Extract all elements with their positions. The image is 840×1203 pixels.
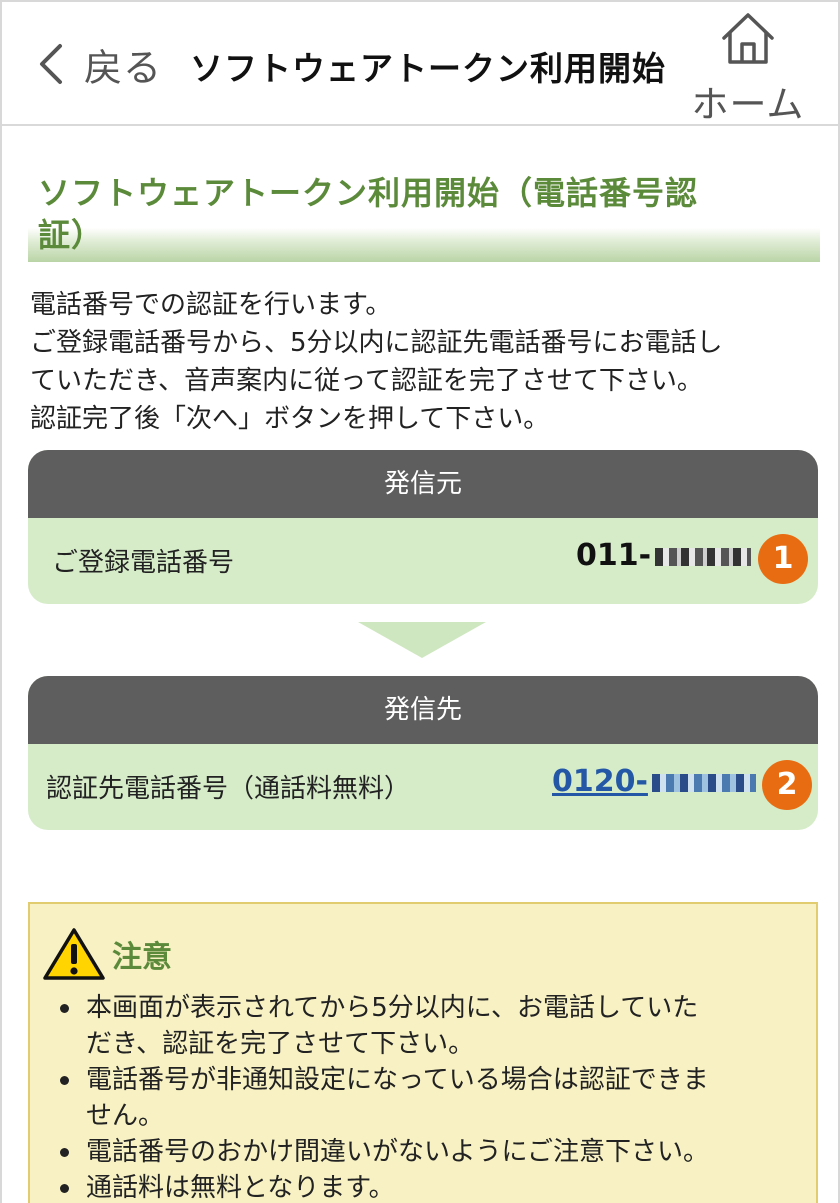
back-button[interactable]: 戻る [36, 34, 162, 94]
caller-phone-number: 011- [576, 538, 752, 573]
description-line: ていただき、音声案内に従って認証を完了させて下さい。 [30, 366, 703, 396]
number-badge-1: 1 [758, 534, 808, 584]
home-button[interactable]: ホーム [684, 10, 812, 128]
description-line: ご登録電話番号から、5分以内に認証先電話番号にお電話し [30, 328, 723, 358]
section-heading-line1: ソフトウェアトークン利用開始（電話番号認 [38, 174, 699, 212]
back-label: 戻る [84, 45, 163, 90]
notice-item-line: 電話番号が非通知設定になっている場合は認証できま [86, 1065, 709, 1095]
chevron-left-icon [40, 44, 62, 84]
masked-digits [651, 773, 756, 792]
page-title: ソフトウェアトークン利用開始 [190, 49, 666, 88]
notice-item: 電話番号のおかけ間違いがないようにご注意下さい。 [58, 1134, 812, 1170]
notice-list: 本画面が表示されてから5分以内に、お電話していた だき、認証を完了させて下さい。 … [58, 990, 812, 1203]
app-frame: 戻る ソフトウェアトークン利用開始 ホーム ソフトウェアトークン利用開始（電話番… [0, 0, 840, 1203]
description-line: 電話番号での認証を行います。 [30, 290, 392, 320]
caller-card-body: ご登録電話番号 011- 1 [28, 518, 818, 604]
caller-card: 発信元 ご登録電話番号 011- 1 [28, 450, 818, 604]
notice-item: 通話料は無料となります。 [58, 1170, 812, 1203]
notice-item-line: 本画面が表示されてから5分以内に、お電話していた [86, 993, 699, 1023]
description-text: 電話番号での認証を行います。 ご登録電話番号から、5分以内に認証先電話番号にお電… [30, 286, 820, 438]
notice-box: 注意 本画面が表示されてから5分以内に、お電話していた だき、認証を完了させて下さ… [28, 902, 818, 1203]
callee-phone-link[interactable]: 0120- [552, 764, 756, 799]
home-label: ホーム [691, 83, 805, 126]
masked-digits [655, 547, 752, 566]
caller-number-prefix: 011- [576, 538, 652, 573]
description-line: 認証完了後「次へ」ボタンを押して下さい。 [30, 404, 550, 434]
section-heading: ソフトウェアトークン利用開始（電話番号認 証） [28, 172, 820, 262]
header-bar: 戻る ソフトウェアトークン利用開始 ホーム [2, 2, 838, 126]
notice-item-line: せん。 [86, 1101, 165, 1131]
callee-card-body: 認証先電話番号（通話料無料） 0120- 2 [28, 744, 818, 830]
callee-label: 認証先電話番号（通話料無料） [46, 774, 411, 804]
notice-item: 本画面が表示されてから5分以内に、お電話していた だき、認証を完了させて下さい。 [58, 990, 812, 1062]
notice-item-line: だき、認証を完了させて下さい。 [86, 1029, 475, 1059]
callee-number-prefix: 0120- [552, 764, 648, 799]
notice-item-line: 通話料は無料となります。 [86, 1173, 395, 1203]
callee-card-header: 発信先 [28, 676, 818, 744]
section-heading-line2: 証） [38, 216, 105, 254]
notice-header: 注意 [42, 926, 172, 982]
notice-title: 注意 [112, 940, 172, 975]
home-icon [722, 13, 774, 64]
warning-icon [43, 928, 105, 980]
caller-card-header: 発信元 [28, 450, 818, 518]
number-badge-2: 2 [762, 760, 812, 810]
notice-item-line: 電話番号のおかけ間違いがないようにご注意下さい。 [86, 1137, 709, 1167]
caller-label: ご登録電話番号 [52, 548, 235, 578]
notice-item: 電話番号が非通知設定になっている場合は認証できま せん。 [58, 1062, 812, 1134]
callee-card: 発信先 認証先電話番号（通話料無料） 0120- 2 [28, 676, 818, 830]
down-arrow-icon [358, 622, 486, 658]
